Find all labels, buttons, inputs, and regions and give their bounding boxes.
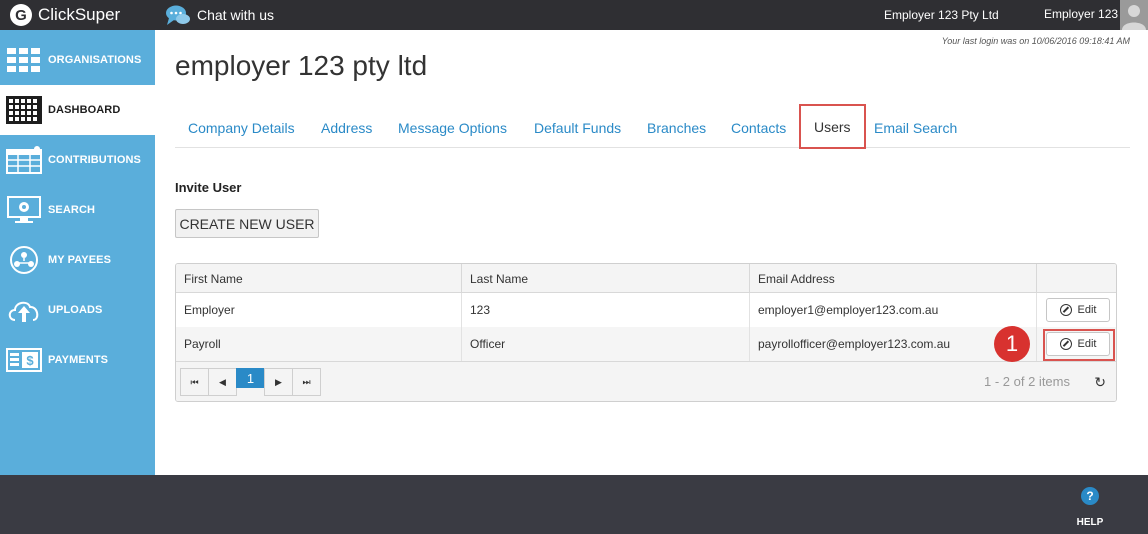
organisations-icon bbox=[7, 48, 40, 72]
tab-message-options[interactable]: Message Options bbox=[385, 108, 520, 148]
last-login-text: Your last login was on 10/06/2016 09:18:… bbox=[941, 36, 1130, 46]
sidebar-item-my-payees[interactable]: MY PAYEES bbox=[0, 235, 155, 285]
company-switcher[interactable]: Employer 123 Pty Ltd bbox=[884, 8, 999, 22]
cell-first-name: Employer bbox=[176, 293, 462, 327]
svg-text:$: $ bbox=[26, 353, 34, 368]
sidebar-item-uploads[interactable]: UPLOADS bbox=[0, 285, 155, 335]
edit-button[interactable]: Edit bbox=[1046, 332, 1110, 356]
sidebar-item-label: DASHBOARD bbox=[48, 104, 121, 116]
tab-address[interactable]: Address bbox=[308, 108, 385, 148]
column-header-last-name[interactable]: Last Name bbox=[462, 264, 750, 293]
cell-email: employer1@employer123.com.au bbox=[750, 293, 1037, 327]
top-bar: G ClickSuper Chat with us Employer 123 P… bbox=[0, 0, 1148, 30]
sidebar-item-label: PAYMENTS bbox=[48, 354, 109, 366]
cell-first-name: Payroll bbox=[176, 327, 462, 361]
sidebar-item-label: ORGANISATIONS bbox=[48, 54, 142, 66]
logo-icon: G bbox=[10, 4, 32, 26]
search-icon bbox=[7, 196, 41, 223]
chat-icon bbox=[166, 5, 190, 25]
sidebar-item-label: UPLOADS bbox=[48, 304, 103, 316]
upload-icon bbox=[8, 301, 39, 322]
first-page-button[interactable]: ⏮ bbox=[180, 368, 209, 396]
help-button[interactable]: ? HELP bbox=[1070, 487, 1110, 528]
payees-icon bbox=[10, 246, 38, 274]
sidebar-item-contributions[interactable]: CONTRIBUTIONS bbox=[0, 135, 155, 185]
edit-label: Edit bbox=[1077, 304, 1097, 316]
footer: ? HELP bbox=[0, 475, 1148, 534]
sidebar-item-dashboard[interactable]: DASHBOARD bbox=[0, 85, 155, 135]
invite-user-heading: Invite User bbox=[175, 180, 242, 195]
edit-button[interactable]: Edit bbox=[1046, 298, 1110, 322]
column-header-first-name[interactable]: First Name bbox=[176, 264, 462, 293]
help-label: HELP bbox=[1076, 517, 1104, 528]
previous-page-button[interactable]: ◀ bbox=[208, 368, 237, 396]
refresh-icon[interactable]: ↻ bbox=[1094, 374, 1106, 391]
sidebar-item-payments[interactable]: $ PAYMENTS bbox=[0, 335, 155, 385]
app-logo[interactable]: G ClickSuper bbox=[10, 4, 120, 26]
pager-info: 1 - 2 of 2 items bbox=[984, 374, 1070, 389]
pager-buttons: ⏮ ◀ 1 ▶ ⏭ bbox=[180, 368, 321, 396]
cell-last-name: Officer bbox=[462, 327, 750, 361]
column-header-email[interactable]: Email Address bbox=[750, 264, 1037, 293]
table-header: First Name Last Name Email Address bbox=[176, 264, 1116, 293]
tab-contacts[interactable]: Contacts bbox=[718, 108, 799, 148]
tab-default-funds[interactable]: Default Funds bbox=[521, 108, 634, 148]
payments-icon: $ bbox=[6, 348, 42, 372]
sidebar-item-label: SEARCH bbox=[48, 204, 96, 216]
last-page-button[interactable]: ⏭ bbox=[292, 368, 321, 396]
avatar[interactable] bbox=[1120, 0, 1148, 30]
current-page-button[interactable]: 1 bbox=[236, 368, 265, 388]
table-pager: ⏮ ◀ 1 ▶ ⏭ 1 - 2 of 2 items ↻ bbox=[176, 361, 1116, 401]
help-icon: ? bbox=[1081, 487, 1099, 505]
tab-company-details[interactable]: Company Details bbox=[175, 108, 308, 148]
chat-button[interactable]: Chat with us bbox=[165, 4, 274, 26]
tab-users[interactable]: Users bbox=[799, 104, 866, 149]
step-callout-badge: 1 bbox=[994, 326, 1030, 362]
tab-branches[interactable]: Branches bbox=[634, 108, 719, 148]
edit-icon bbox=[1059, 338, 1072, 350]
user-menu[interactable]: Employer 123 bbox=[1044, 7, 1118, 21]
sidebar-item-search[interactable]: SEARCH bbox=[0, 185, 155, 235]
sidebar-item-label: MY PAYEES bbox=[48, 254, 112, 266]
sidebar-item-label: CONTRIBUTIONS bbox=[48, 154, 141, 166]
sidebar: ORGANISATIONS DASHBOARD CONTRIBUTIONS SE… bbox=[0, 30, 155, 475]
user-avatar-icon bbox=[1122, 5, 1146, 30]
tab-email-search[interactable]: Email Search bbox=[861, 108, 970, 148]
page-title: employer 123 pty ltd bbox=[175, 50, 428, 81]
sidebar-item-organisations[interactable]: ORGANISATIONS bbox=[0, 35, 155, 85]
table-row: Payroll Officer payrollofficer@employer1… bbox=[176, 327, 1116, 361]
edit-icon bbox=[1059, 304, 1072, 316]
tab-bar: Company Details Address Message Options … bbox=[175, 104, 1130, 149]
app-name: ClickSuper bbox=[38, 5, 121, 24]
edit-label: Edit bbox=[1077, 338, 1097, 350]
contributions-icon bbox=[6, 146, 42, 174]
cell-last-name: 123 bbox=[462, 293, 750, 327]
table-row: Employer 123 employer1@employer123.com.a… bbox=[176, 293, 1116, 327]
chat-label: Chat with us bbox=[197, 7, 275, 23]
dashboard-icon bbox=[6, 96, 42, 124]
create-new-user-button[interactable]: CREATE NEW USER bbox=[175, 209, 319, 238]
users-table: First Name Last Name Email Address Emplo… bbox=[175, 263, 1117, 402]
next-page-button[interactable]: ▶ bbox=[264, 368, 293, 396]
